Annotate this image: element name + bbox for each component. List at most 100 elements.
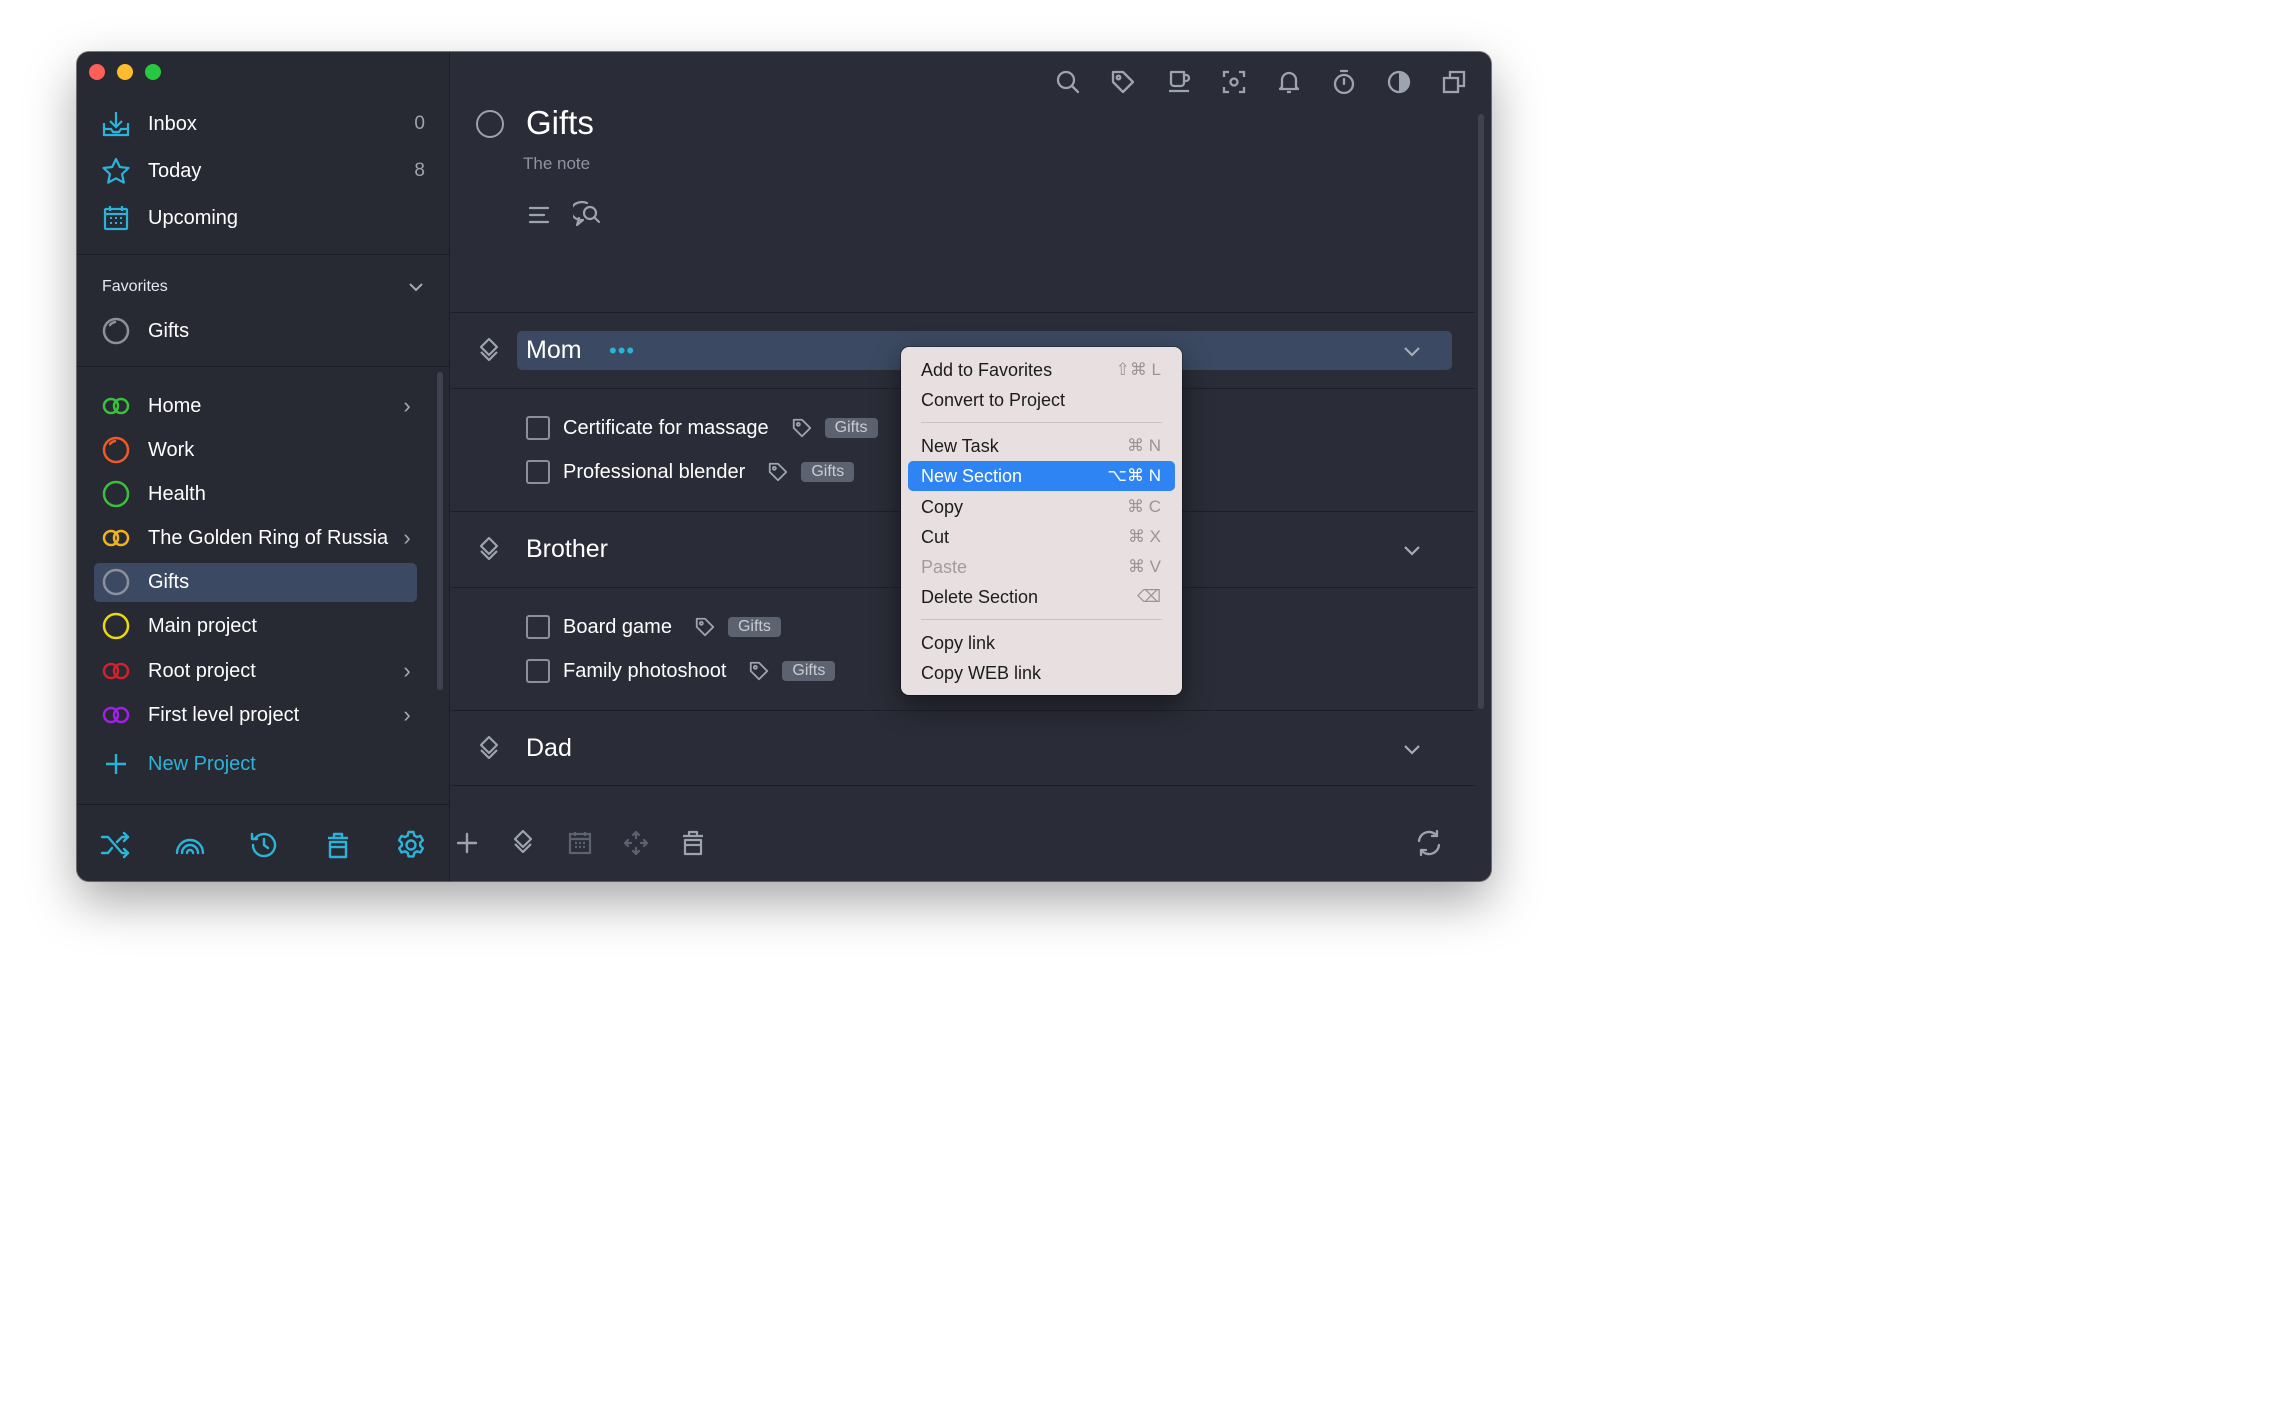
menu-separator bbox=[921, 619, 1162, 620]
tag-badge[interactable]: Gifts bbox=[727, 617, 781, 637]
project-note[interactable]: The note bbox=[523, 154, 590, 174]
section-icon[interactable] bbox=[477, 337, 501, 365]
task-checkbox[interactable] bbox=[526, 460, 550, 484]
chevron-right-icon[interactable]: › bbox=[397, 525, 417, 551]
sidebar-item-today[interactable]: Today 8 bbox=[94, 151, 429, 191]
sidebar-item-home[interactable]: Home › bbox=[94, 386, 429, 426]
tag-icon[interactable] bbox=[1107, 66, 1139, 98]
new-project-label: New Project bbox=[148, 752, 256, 775]
notes-icon[interactable] bbox=[527, 203, 551, 232]
circle-icon bbox=[94, 474, 138, 514]
divider bbox=[77, 366, 450, 367]
divider bbox=[451, 312, 1475, 313]
gear-icon[interactable] bbox=[393, 827, 429, 863]
minimize-window-button[interactable] bbox=[117, 64, 133, 80]
menu-item-shortcut: ⌫ bbox=[1136, 587, 1161, 606]
chevron-down-icon[interactable] bbox=[1403, 344, 1421, 363]
sidebar-item-work[interactable]: Work bbox=[94, 430, 429, 470]
timer-icon[interactable] bbox=[1328, 66, 1360, 98]
task-name: Certificate for massage bbox=[563, 416, 769, 439]
rainbow-icon[interactable] bbox=[172, 827, 208, 863]
menu-item-add-to-favorites[interactable]: Add to Favorites ⇧⌘ L bbox=[908, 355, 1175, 385]
add-task-icon[interactable] bbox=[449, 825, 485, 861]
sync-icon[interactable] bbox=[1411, 825, 1447, 861]
favorites-heading: Favorites bbox=[102, 278, 168, 295]
section-title[interactable]: Mom bbox=[526, 336, 582, 365]
bell-icon[interactable] bbox=[1273, 66, 1305, 98]
add-section-icon[interactable] bbox=[505, 825, 541, 861]
sidebar-bottom-toolbar bbox=[77, 804, 450, 881]
tag-icon bbox=[792, 418, 811, 438]
menu-item-convert-to-project[interactable]: Convert to Project bbox=[908, 385, 1175, 415]
menu-item-copy[interactable]: Copy ⌘ C bbox=[908, 492, 1175, 522]
contrast-icon[interactable] bbox=[1383, 66, 1415, 98]
menu-item-label: New Task bbox=[921, 435, 999, 456]
sidebar-item-label: Today bbox=[148, 159, 202, 182]
new-window-icon[interactable] bbox=[1438, 66, 1470, 98]
menu-item-new-task[interactable]: New Task ⌘ N bbox=[908, 431, 1175, 461]
sidebar-item-label: Root project bbox=[148, 659, 256, 682]
sidebar-item-inbox[interactable]: Inbox 0 bbox=[94, 104, 429, 144]
section-icon[interactable] bbox=[477, 536, 501, 564]
divider bbox=[77, 254, 450, 255]
task-item[interactable]: Family photoshoot Gifts bbox=[526, 657, 836, 685]
sidebar-item-label: Upcoming bbox=[148, 206, 239, 229]
menu-item-shortcut: ⌘ N bbox=[1127, 436, 1161, 455]
linked-rings-icon bbox=[94, 651, 138, 691]
task-item[interactable]: Certificate for massage Gifts bbox=[526, 414, 878, 442]
task-name: Family photoshoot bbox=[563, 659, 727, 682]
sidebar-item-health[interactable]: Health bbox=[94, 474, 429, 514]
tag-badge[interactable]: Gifts bbox=[824, 418, 878, 438]
main-scrollbar[interactable] bbox=[1478, 114, 1484, 709]
calendar-icon bbox=[94, 198, 138, 238]
task-item[interactable]: Professional blender Gifts bbox=[526, 458, 855, 486]
chevron-down-icon[interactable] bbox=[1403, 742, 1421, 761]
focus-icon[interactable] bbox=[1218, 66, 1250, 98]
sidebar-item-gifts[interactable]: Gifts bbox=[94, 562, 429, 602]
task-checkbox[interactable] bbox=[526, 416, 550, 440]
sidebar-item-first-level-project[interactable]: First level project › bbox=[94, 695, 429, 735]
chevron-down-icon[interactable] bbox=[407, 278, 425, 301]
close-window-button[interactable] bbox=[89, 64, 105, 80]
menu-item-copy-link[interactable]: Copy link bbox=[908, 628, 1175, 658]
task-checkbox[interactable] bbox=[526, 615, 550, 639]
search-comment-icon[interactable] bbox=[569, 200, 605, 235]
favorite-item-gifts[interactable]: Gifts bbox=[94, 311, 429, 351]
search-icon[interactable] bbox=[1052, 66, 1084, 98]
new-project-button[interactable]: New Project bbox=[94, 744, 429, 784]
menu-item-delete-section[interactable]: Delete Section ⌫ bbox=[908, 582, 1175, 612]
zoom-window-button[interactable] bbox=[145, 64, 161, 80]
trash-icon[interactable] bbox=[675, 825, 711, 861]
history-icon[interactable] bbox=[246, 827, 282, 863]
sidebar-item-label: Gifts bbox=[148, 319, 190, 342]
menu-item-shortcut: ⌘ C bbox=[1127, 497, 1161, 516]
task-checkbox[interactable] bbox=[526, 659, 550, 683]
sidebar-item-root-project[interactable]: Root project › bbox=[94, 651, 429, 691]
menu-item-copy-web-link[interactable]: Copy WEB link bbox=[908, 658, 1175, 688]
more-dots-icon[interactable]: ••• bbox=[609, 338, 635, 364]
task-item[interactable]: Board game Gifts bbox=[526, 613, 781, 641]
context-menu: Add to Favorites ⇧⌘ L Convert to Project… bbox=[901, 347, 1182, 695]
coffee-icon[interactable] bbox=[1163, 66, 1195, 98]
linked-rings-icon bbox=[94, 518, 138, 558]
trash-icon[interactable] bbox=[320, 827, 356, 863]
section-icon[interactable] bbox=[477, 735, 501, 763]
sidebar-scrollbar[interactable] bbox=[437, 372, 443, 690]
sidebar-item-upcoming[interactable]: Upcoming bbox=[94, 198, 429, 238]
tag-badge[interactable]: Gifts bbox=[801, 462, 855, 482]
chevron-right-icon[interactable]: › bbox=[397, 393, 417, 419]
section-title[interactable]: Dad bbox=[526, 734, 572, 763]
shuffle-icon[interactable] bbox=[98, 827, 134, 863]
section-title[interactable]: Brother bbox=[526, 535, 608, 564]
menu-item-new-section[interactable]: New Section ⌥⌘ N bbox=[908, 461, 1175, 491]
chevron-right-icon[interactable]: › bbox=[397, 658, 417, 684]
chevron-down-icon[interactable] bbox=[1403, 543, 1421, 562]
sidebar-item-golden-ring[interactable]: The Golden Ring of Russia › bbox=[94, 518, 429, 558]
chevron-right-icon[interactable]: › bbox=[397, 702, 417, 728]
linked-rings-icon bbox=[94, 695, 138, 735]
project-complete-checkbox[interactable] bbox=[476, 110, 504, 138]
sidebar-item-main-project[interactable]: Main project bbox=[94, 606, 429, 646]
tag-badge[interactable]: Gifts bbox=[782, 661, 836, 681]
menu-item-cut[interactable]: Cut ⌘ X bbox=[908, 522, 1175, 552]
today-count: 8 bbox=[414, 160, 425, 181]
